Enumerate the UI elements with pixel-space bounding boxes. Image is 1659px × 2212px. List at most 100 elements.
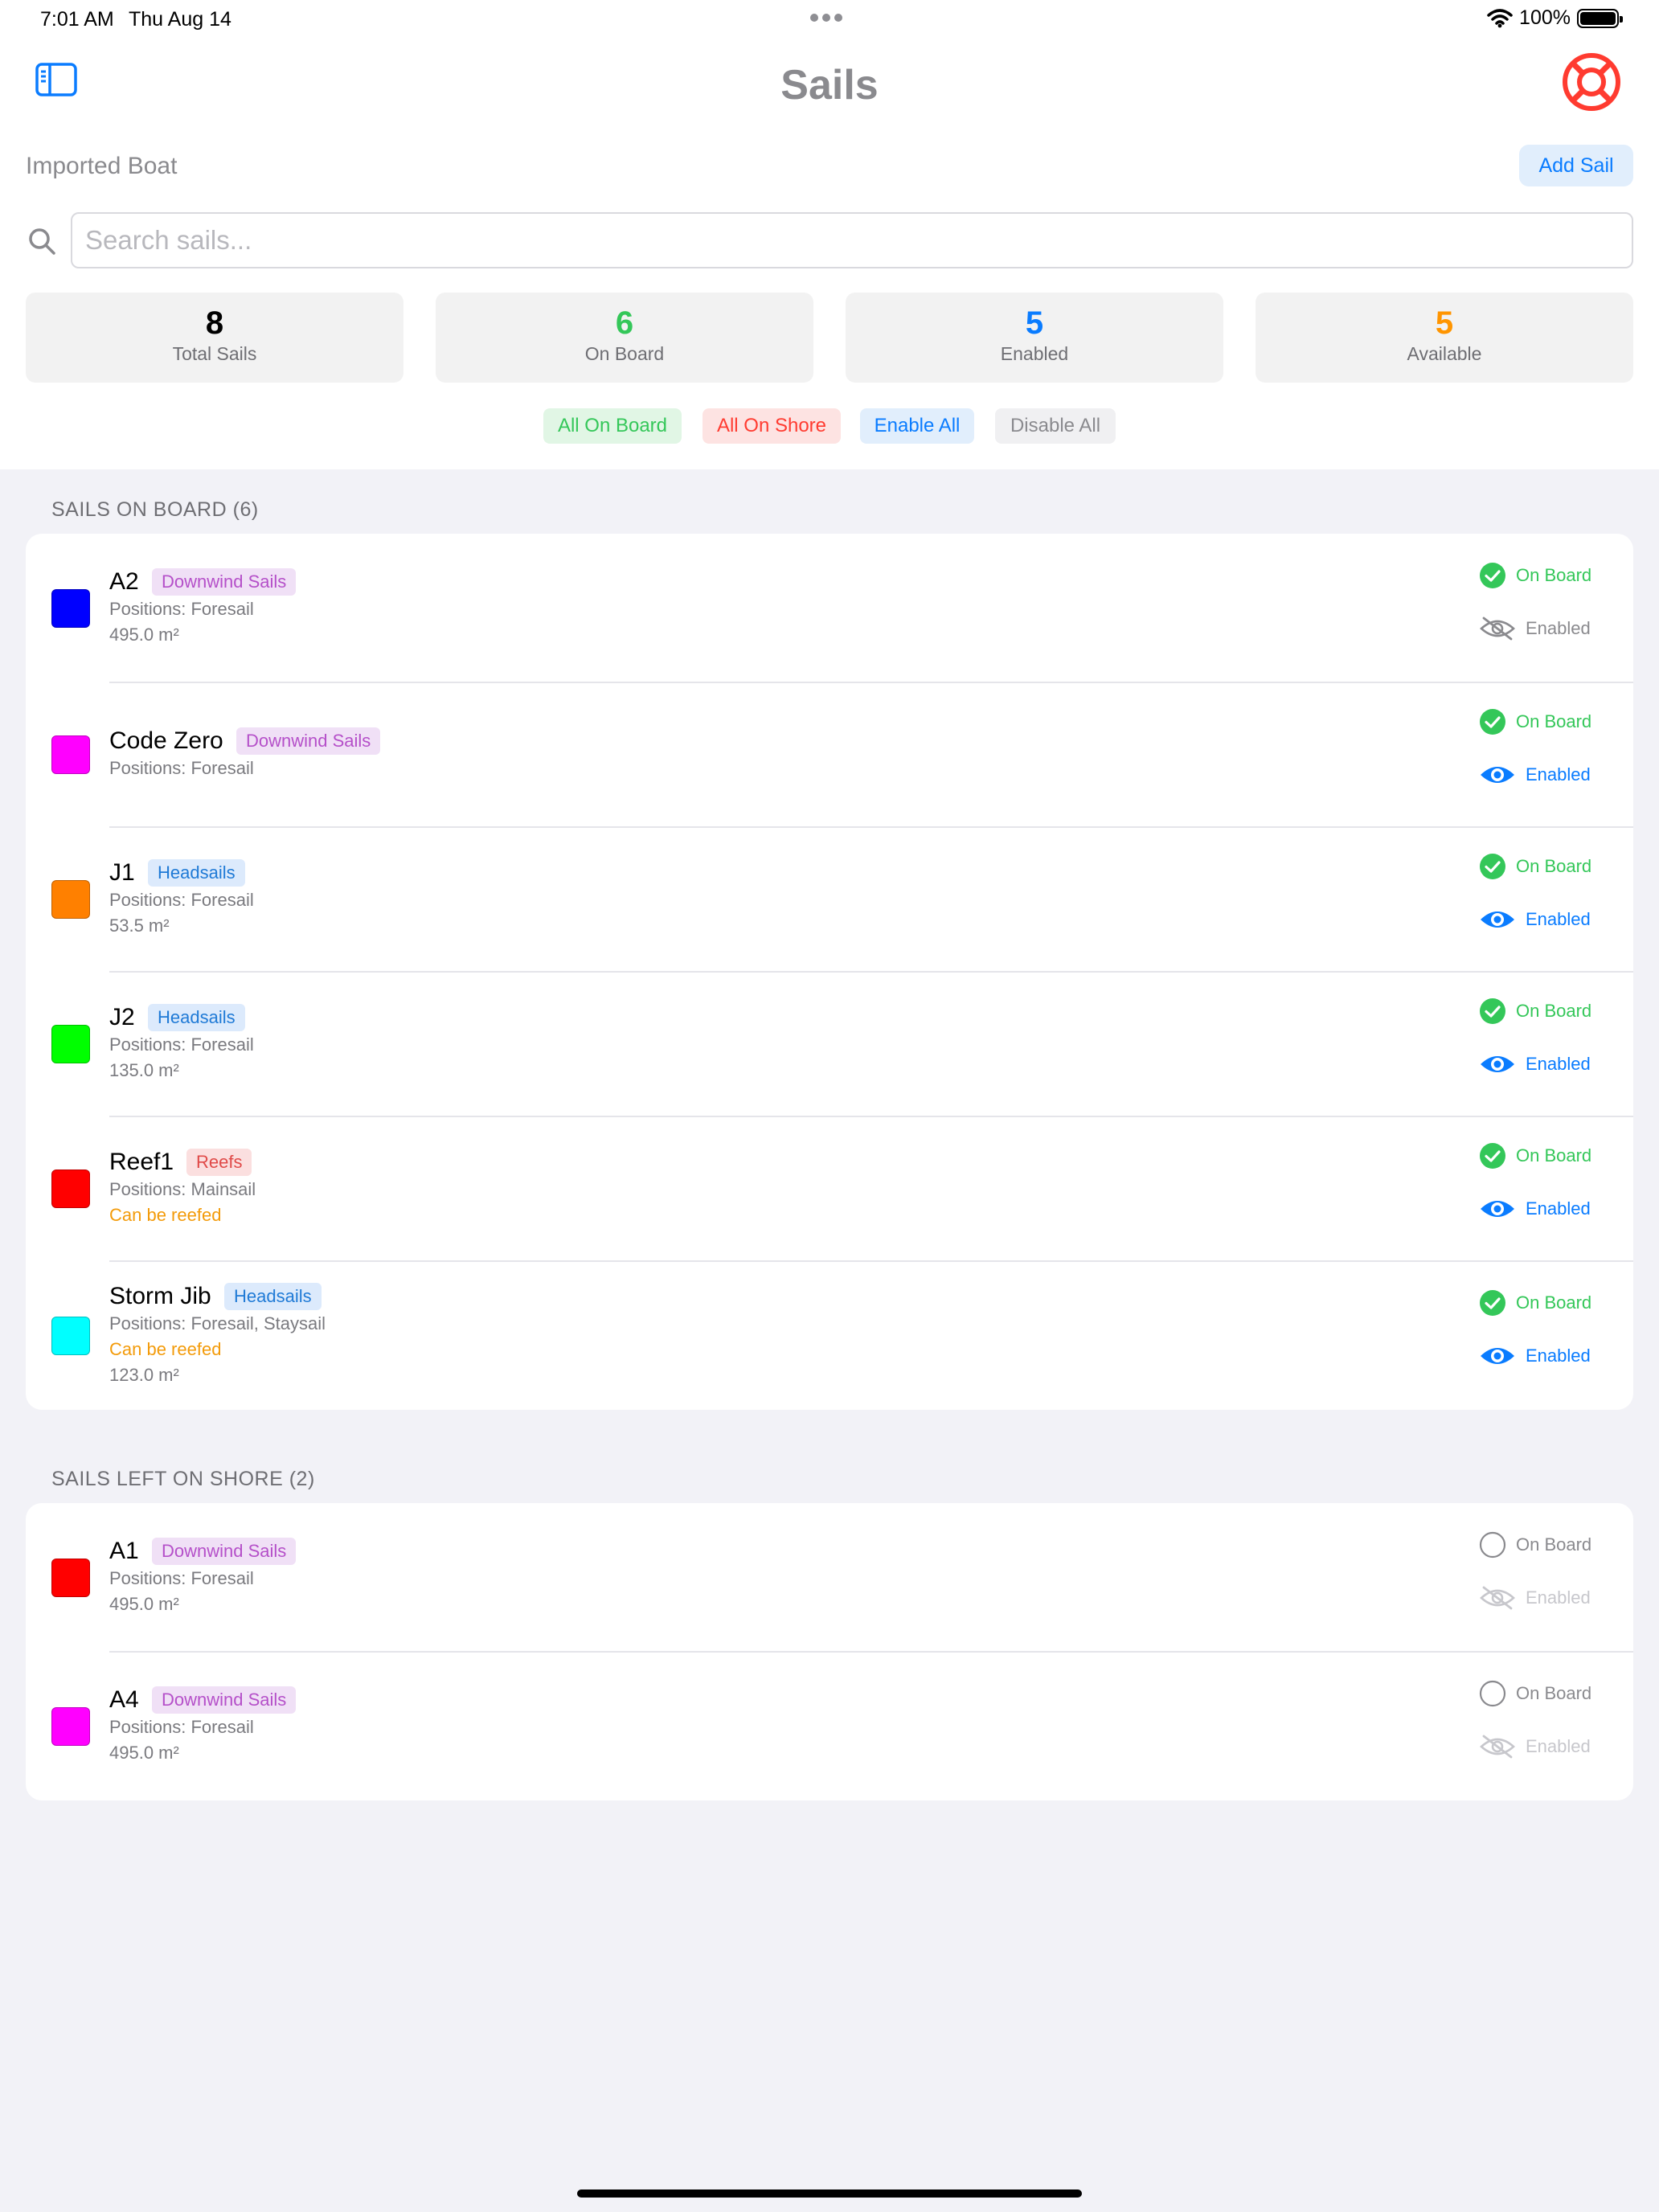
on-board-toggle[interactable]: On Board: [1479, 997, 1591, 1025]
sail-row[interactable]: Storm Jib Headsails Positions: Foresail, S…: [26, 1261, 1633, 1410]
sail-row[interactable]: Code Zero Downwind Sails Positions: Foresa…: [26, 682, 1633, 827]
sail-positions: Positions: Foresail: [109, 890, 254, 910]
on-board-label: On Board: [1516, 1145, 1592, 1165]
sail-name: A4: [109, 1686, 139, 1713]
sail-area: 495.0 m²: [109, 1594, 179, 1614]
on-board-label: On Board: [1516, 565, 1592, 585]
category-badge: Downwind Sails: [152, 568, 297, 596]
on-board-toggle[interactable]: On Board: [1479, 562, 1591, 589]
multitasking-dots-icon[interactable]: [810, 11, 846, 26]
lifebuoy-icon[interactable]: [1561, 51, 1622, 113]
sail-color-swatch: [51, 1559, 90, 1597]
sail-positions: Positions: Mainsail: [109, 1179, 256, 1199]
enabled-toggle[interactable]: Enabled: [1479, 1052, 1591, 1076]
on-board-label: On Board: [1516, 1683, 1592, 1703]
sail-name: Reef1: [109, 1149, 174, 1175]
on-board-toggle[interactable]: On Board: [1479, 708, 1591, 735]
stat-value: 8: [205, 305, 224, 341]
on-board-toggle[interactable]: On Board: [1479, 1680, 1591, 1707]
sail-color-swatch: [51, 1025, 90, 1063]
eye-slash-icon: [1480, 1735, 1515, 1759]
enabled-label: Enabled: [1526, 1198, 1591, 1219]
category-badge: Headsails: [224, 1283, 322, 1310]
on-board-toggle[interactable]: On Board: [1479, 853, 1591, 880]
checkmark-circle-icon: [1480, 998, 1505, 1024]
sail-name: A2: [109, 568, 139, 595]
eye-slash-icon: [1480, 616, 1515, 641]
enabled-toggle[interactable]: Enabled: [1479, 763, 1591, 787]
stat-label: Available: [1407, 343, 1482, 364]
search-icon: [29, 228, 55, 255]
home-indicator: [577, 2189, 1082, 2198]
sail-positions: Positions: Foresail: [109, 1717, 254, 1737]
category-badge: Downwind Sails: [152, 1538, 297, 1565]
wifi-icon: [1487, 8, 1513, 27]
sail-color-swatch: [51, 589, 90, 628]
on-board-label: On Board: [1516, 1001, 1592, 1021]
checkmark-circle-icon: [1480, 854, 1505, 879]
sail-area: 135.0 m²: [109, 1060, 179, 1080]
sail-positions: Positions: Foresail: [109, 599, 254, 619]
enabled-toggle[interactable]: Enabled: [1479, 1197, 1591, 1221]
enabled-toggle[interactable]: Enabled: [1479, 907, 1591, 932]
sail-color-swatch: [51, 1707, 90, 1746]
empty-circle-icon: [1479, 1680, 1506, 1707]
all-on-shore-button[interactable]: All On Shore: [703, 408, 841, 444]
on-board-card: A2 Downwind Sails Positions: Foresail 495.0…: [26, 534, 1633, 1410]
search-input[interactable]: [71, 212, 1633, 268]
stat-value: 5: [1025, 305, 1044, 341]
status-time: 7:01 AM: [40, 8, 114, 31]
sail-name: Storm Jib: [109, 1283, 211, 1309]
enabled-label: Enabled: [1526, 764, 1591, 784]
stat-value: 6: [615, 305, 634, 341]
page-title: Sails: [780, 62, 879, 109]
sail-row[interactable]: Reef1 Reefs Positions: Mainsail Can be reef…: [26, 1116, 1633, 1261]
sail-area: 123.0 m²: [109, 1365, 179, 1385]
sail-row[interactable]: A4 Downwind Sails Positions: Foresail 495.0…: [26, 1652, 1633, 1800]
eye-icon: [1481, 1056, 1514, 1072]
all-on-board-button[interactable]: All On Board: [543, 408, 682, 444]
on-board-label: On Board: [1516, 1534, 1592, 1555]
eye-icon: [1481, 767, 1514, 783]
section-header-on-shore: SAILS LEFT ON SHORE (2): [51, 1468, 315, 1490]
disable-all-button[interactable]: Disable All: [995, 408, 1116, 444]
category-badge: Headsails: [148, 859, 245, 887]
category-badge: Downwind Sails: [152, 1686, 297, 1714]
sail-row[interactable]: J1 Headsails Positions: Foresail 53.5 m² On …: [26, 827, 1633, 972]
stat-on-board: 6 On Board: [436, 293, 813, 383]
checkmark-circle-icon: [1480, 1143, 1505, 1169]
on-board-toggle[interactable]: On Board: [1479, 1531, 1591, 1559]
battery-icon: [1577, 8, 1623, 28]
sail-area: 495.0 m²: [109, 1743, 179, 1763]
on-board-toggle[interactable]: On Board: [1479, 1289, 1591, 1317]
on-board-label: On Board: [1516, 711, 1592, 731]
sail-area: 53.5 m²: [109, 916, 170, 936]
sail-row[interactable]: J2 Headsails Positions: Foresail 135.0 m² On…: [26, 972, 1633, 1116]
enabled-label: Enabled: [1526, 618, 1591, 638]
sail-row[interactable]: A1 Downwind Sails Positions: Foresail 495.0…: [26, 1503, 1633, 1652]
sail-color-swatch: [51, 1169, 90, 1208]
enabled-toggle[interactable]: Enabled: [1479, 1735, 1591, 1759]
checkmark-circle-icon: [1480, 709, 1505, 735]
category-badge: Headsails: [148, 1004, 245, 1031]
sail-row[interactable]: A2 Downwind Sails Positions: Foresail 495.0…: [26, 534, 1633, 682]
checkmark-circle-icon: [1480, 1290, 1505, 1316]
enabled-label: Enabled: [1526, 1587, 1591, 1608]
sail-positions: Positions: Foresail: [109, 1568, 254, 1588]
enabled-toggle[interactable]: Enabled: [1479, 616, 1591, 641]
stat-label: Total Sails: [172, 343, 257, 364]
enable-all-button[interactable]: Enable All: [860, 408, 974, 444]
add-sail-button[interactable]: Add Sail: [1519, 145, 1633, 186]
battery-percent: 100%: [1519, 6, 1571, 29]
stat-label: Enabled: [1000, 343, 1069, 364]
checkmark-circle-icon: [1480, 563, 1505, 588]
enabled-toggle[interactable]: Enabled: [1479, 1586, 1591, 1610]
enabled-label: Enabled: [1526, 1346, 1591, 1366]
sail-color-swatch: [51, 880, 90, 919]
sail-positions: Positions: Foresail, Staysail: [109, 1313, 326, 1333]
sail-positions: Positions: Foresail: [109, 758, 254, 778]
on-board-toggle[interactable]: On Board: [1479, 1142, 1591, 1169]
stat-total-sails: 8 Total Sails: [26, 293, 403, 383]
enabled-toggle[interactable]: Enabled: [1479, 1344, 1591, 1368]
stat-enabled: 5 Enabled: [846, 293, 1223, 383]
